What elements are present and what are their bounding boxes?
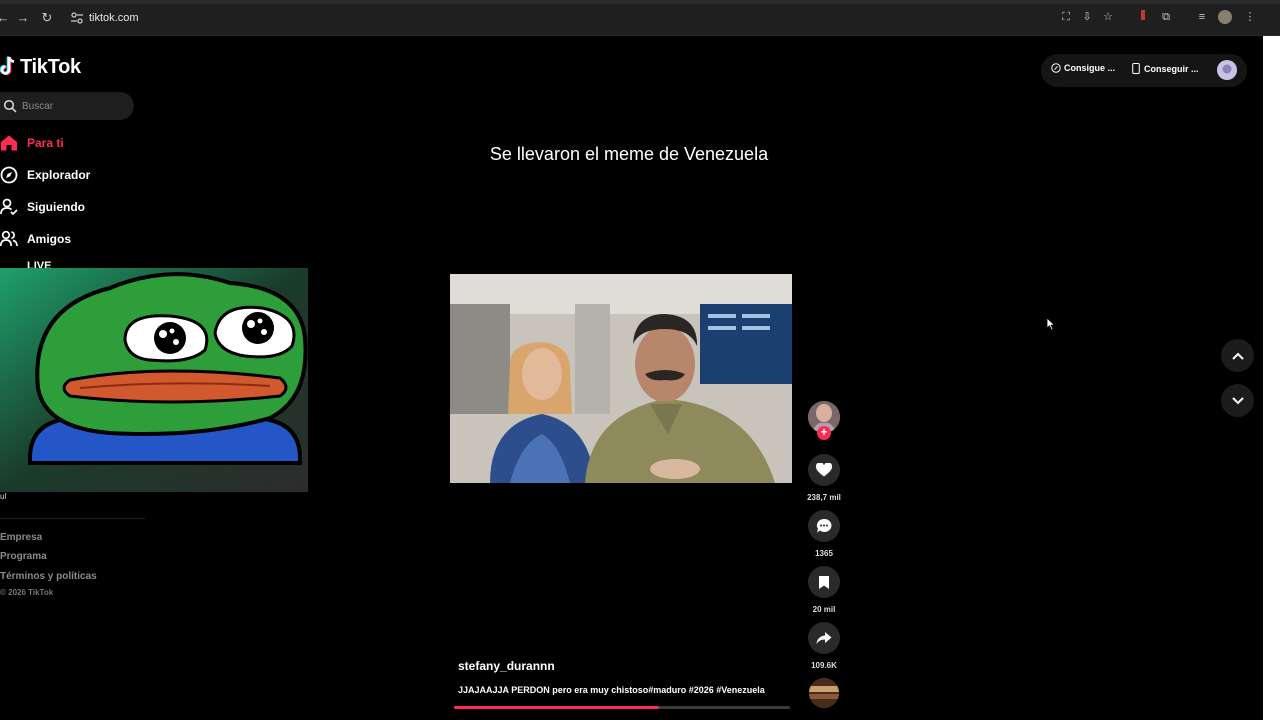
- sidebar-item-label: Amigos: [27, 232, 72, 246]
- media-control-icon[interactable]: ≡: [1195, 10, 1209, 24]
- sidebar-divider: [0, 518, 145, 519]
- video-player[interactable]: [450, 274, 792, 483]
- forward-arrow-icon[interactable]: →: [14, 9, 32, 27]
- sidebar-item-para-ti[interactable]: Para ti: [0, 132, 64, 154]
- sidebar-item-explorador[interactable]: Explorador: [0, 164, 90, 186]
- previous-video-button[interactable]: [1221, 339, 1254, 372]
- video-progress-bar[interactable]: [454, 706, 790, 709]
- sidebar-item-label: LIVE: [27, 260, 52, 268]
- install-app-icon[interactable]: ⇩: [1080, 10, 1094, 24]
- save-button[interactable]: [808, 566, 840, 598]
- footer-link-programa[interactable]: Programa: [0, 551, 47, 562]
- more-menu-icon[interactable]: ⋮: [1243, 10, 1257, 24]
- chevron-up-icon: [1231, 352, 1244, 360]
- get-app-label: Conseguir ...: [1144, 63, 1199, 74]
- back-arrow-icon[interactable]: ←: [0, 9, 12, 27]
- sidebar-item-siguiendo[interactable]: Siguiendo: [0, 196, 85, 218]
- friends-icon: [0, 230, 18, 247]
- window-edge: [1263, 36, 1280, 720]
- tab-strip: [0, 0, 1280, 4]
- search-icon: [3, 99, 17, 113]
- next-video-button[interactable]: [1221, 384, 1254, 417]
- music-disc-image: [809, 678, 839, 708]
- share-button[interactable]: [808, 622, 840, 654]
- sidebar-item-amigos[interactable]: Amigos: [0, 228, 71, 250]
- video-progress-fill: [454, 706, 659, 709]
- get-coins-label: Consigue ...: [1064, 63, 1116, 73]
- save-count: 20 mil: [812, 605, 836, 614]
- site-info-icon[interactable]: [70, 11, 84, 25]
- copyright: © 2026 TikTok: [0, 588, 54, 597]
- following-icon: [0, 198, 18, 216]
- partial-text: ul: [0, 484, 130, 506]
- video-caption: JJAJAAJJA PERDON pero era muy chistoso#m…: [458, 685, 765, 695]
- partial-text-line: ul: [0, 492, 7, 501]
- comment-button[interactable]: [808, 510, 840, 542]
- footer-link-terminos[interactable]: Términos y políticas: [0, 571, 97, 582]
- translate-icon[interactable]: ⛶: [1059, 10, 1073, 24]
- tiktok-logo[interactable]: TikTok: [0, 54, 81, 80]
- address-bar[interactable]: tiktok.com: [62, 6, 1072, 30]
- user-avatar[interactable]: [1217, 60, 1237, 80]
- phone-icon: [1132, 63, 1140, 74]
- compass-icon: [0, 166, 18, 184]
- sidebar-item-label: Siguiendo: [27, 200, 85, 214]
- browser-toolbar: ← → ↻ tiktok.com ⛶ ⇩ ☆ ⧉ ≡ ⋮: [0, 0, 1280, 36]
- video-frame: [450, 274, 792, 483]
- home-icon: [1, 135, 17, 151]
- music-disc[interactable]: [809, 678, 839, 708]
- author-username[interactable]: stefany_durannn: [458, 659, 555, 673]
- bookmark-icon: [819, 575, 829, 589]
- share-count: 109.6K: [811, 661, 837, 670]
- share-arrow-icon: [816, 632, 832, 644]
- reload-icon[interactable]: ↻: [38, 9, 56, 27]
- sidebar-item-live[interactable]: LIVE: [0, 260, 51, 268]
- bookmark-star-icon[interactable]: ☆: [1101, 10, 1115, 24]
- url-text: tiktok.com: [89, 12, 139, 24]
- heart-icon: [816, 463, 832, 477]
- comment-count: 1365: [815, 549, 833, 558]
- mouse-cursor-icon: [1046, 317, 1056, 331]
- chevron-down-icon: [1231, 396, 1244, 404]
- sidebar-item-label: Explorador: [27, 168, 91, 182]
- comment-icon: [816, 518, 832, 533]
- tiktok-note-icon: [0, 56, 15, 76]
- footer-link-empresa[interactable]: Empresa: [0, 532, 42, 543]
- logo-text: TikTok: [20, 55, 81, 78]
- sad-frog-image: [0, 268, 308, 492]
- sidebar-item-label: Para ti: [27, 136, 64, 150]
- search-input[interactable]: [22, 98, 122, 114]
- user-avatar-image: [1218, 61, 1236, 79]
- video-title: Se llevaron el meme de Venezuela: [489, 144, 769, 164]
- like-button[interactable]: [808, 454, 840, 486]
- get-app-button[interactable]: Conseguir ...: [1132, 63, 1199, 74]
- search-box[interactable]: [0, 92, 134, 120]
- get-coins-button[interactable]: Consigue ...: [1051, 63, 1115, 73]
- follow-button[interactable]: +: [817, 426, 831, 440]
- extension-red-icon[interactable]: [1136, 10, 1150, 24]
- profile-avatar-icon[interactable]: [1218, 10, 1232, 24]
- extensions-puzzle-icon[interactable]: ⧉: [1159, 10, 1173, 24]
- streamer-overlay-image: [0, 268, 308, 492]
- like-count: 238,7 mil: [807, 493, 841, 502]
- coin-icon: [1051, 63, 1061, 73]
